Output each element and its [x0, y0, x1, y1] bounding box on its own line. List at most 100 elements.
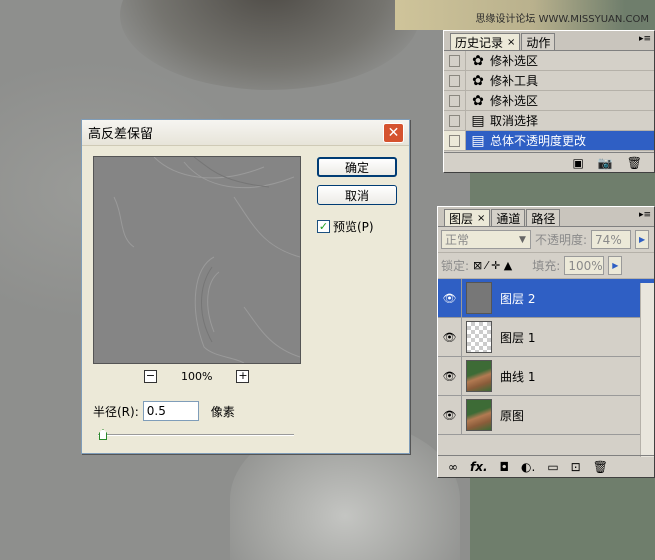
tab-layers[interactable]: 图层 × [444, 209, 491, 226]
layer-thumbnail [466, 282, 492, 314]
snapshot-source-cell[interactable] [444, 51, 466, 70]
lock-fill-row: 锁定: ⊠ ⁄ ✛ ▲ 填充: 100% ▶ [438, 253, 654, 279]
fill-value: 100% [568, 258, 603, 273]
fill-label: 填充: [532, 259, 561, 273]
snapshot-source-cell[interactable] [444, 91, 466, 110]
link-icon[interactable]: ∞ [448, 460, 458, 474]
radius-slider-thumb[interactable] [99, 429, 107, 440]
new-layer-icon[interactable]: ⊡ [571, 460, 581, 474]
history-item[interactable]: ▤ 取消选择 [444, 111, 654, 131]
eye-icon[interactable]: 👁 [438, 396, 462, 434]
layer-row[interactable]: 👁 图层 1 [438, 318, 654, 357]
close-icon[interactable]: × [507, 37, 515, 48]
opacity-input[interactable]: 74% [591, 230, 632, 249]
mask-icon[interactable]: ◘ [500, 460, 510, 474]
dialog-title: 高反差保留 [88, 127, 154, 142]
panel-menu-icon[interactable]: ▸≡ [639, 34, 651, 44]
history-item[interactable]: ✿ 修补工具 [444, 71, 654, 91]
history-item-label: 修补工具 [490, 74, 539, 88]
preview-label: 预览(P) [333, 220, 374, 234]
layers-panel: 图层 × 通道 路径 ▸≡ 正常 ▼ 不透明度: 74% ▶ 锁定: ⊠ ⁄ ✛… [437, 206, 655, 478]
blend-mode-value: 正常 [445, 233, 470, 247]
history-item-label: 总体不透明度更改 [490, 134, 587, 148]
history-list: ✿ 修补选区 ✿ 修补工具 ✿ 修补选区 ▤ 取消选择 ▤ 总体不透明度更改 [444, 51, 654, 151]
eye-icon[interactable]: 👁 [438, 318, 462, 356]
close-icon[interactable]: ✕ [383, 123, 404, 143]
preview-checkbox-row[interactable]: ✓ 预览(P) [317, 218, 374, 235]
lock-label: 锁定: [441, 259, 470, 273]
folder-icon[interactable]: ▭ [547, 460, 558, 474]
history-footer: ▣ 📷 🗑 [444, 152, 654, 172]
history-item[interactable]: ✿ 修补选区 [444, 91, 654, 111]
history-item-label: 修补选区 [490, 94, 539, 108]
watermark: 思缘设计论坛 WWW.MISSYUAN.COM [475, 14, 649, 25]
snapshot-source-cell[interactable] [444, 71, 466, 90]
layer-thumbnail [466, 321, 492, 353]
tab-paths-label: 路径 [531, 211, 556, 226]
layer-row-selected[interactable]: 👁 图层 2 [438, 279, 654, 318]
layers-list: 👁 图层 2 👁 图层 1 👁 曲线 1 👁 原图 [438, 279, 654, 435]
radius-unit: 像素 [210, 404, 235, 419]
zoom-level: 100% [181, 370, 213, 383]
layer-thumbnail [466, 360, 492, 392]
opacity-label: 不透明度: [535, 233, 588, 247]
patch-icon: ✿ [472, 72, 484, 89]
patch-icon: ✿ [472, 92, 484, 109]
document-icon: ▤ [471, 132, 485, 149]
tab-history-label: 历史记录 [455, 35, 504, 50]
blend-mode-select[interactable]: 正常 ▼ [441, 230, 531, 249]
fx-icon[interactable]: fx. [470, 460, 488, 474]
history-item-label: 取消选择 [490, 114, 539, 128]
preview-checkbox[interactable]: ✓ [317, 220, 330, 233]
layers-footer: ∞ fx. ◘ ◐. ▭ ⊡ 🗑 [438, 455, 654, 477]
blend-opacity-row: 正常 ▼ 不透明度: 74% ▶ [438, 227, 654, 253]
ok-button[interactable]: 确定 [317, 157, 397, 177]
close-icon[interactable]: × [477, 213, 485, 224]
lock-icons[interactable]: ⊠ ⁄ ✛ ▲ [473, 259, 512, 272]
layers-scrollbar[interactable] [640, 283, 654, 457]
zoom-out-button[interactable]: − [144, 370, 157, 383]
zoom-row: − 100% + [144, 370, 250, 383]
new-document-icon[interactable]: ▣ [572, 156, 583, 170]
radius-row: 半径(R): 0.5 像素 [93, 401, 235, 421]
tab-paths[interactable]: 路径 [526, 209, 561, 226]
snapshot-source-cell[interactable] [444, 131, 466, 150]
eye-icon[interactable]: 👁 [438, 357, 462, 395]
layer-name: 原图 [500, 408, 525, 423]
cancel-button[interactable]: 取消 [317, 185, 397, 205]
zoom-in-button[interactable]: + [236, 370, 250, 383]
layer-name: 图层 2 [500, 291, 536, 306]
tab-channels-label: 通道 [496, 211, 521, 226]
patch-icon: ✿ [472, 52, 484, 69]
opacity-arrow-button[interactable]: ▶ [635, 230, 650, 249]
history-item[interactable]: ✿ 修补选区 [444, 51, 654, 71]
tab-channels[interactable]: 通道 [491, 209, 526, 226]
layer-name: 图层 1 [500, 330, 536, 345]
fill-input[interactable]: 100% [564, 256, 605, 275]
tab-actions[interactable]: 动作 [521, 33, 556, 50]
layer-name: 曲线 1 [500, 369, 536, 384]
trash-icon[interactable]: 🗑 [593, 460, 608, 474]
snapshot-source-cell[interactable] [444, 111, 466, 130]
layer-row[interactable]: 👁 曲线 1 [438, 357, 654, 396]
layer-row[interactable]: 👁 原图 [438, 396, 654, 435]
radius-label: 半径(R): [93, 404, 139, 419]
history-panel: 历史记录 × 动作 ▸≡ ✿ 修补选区 ✿ 修补工具 ✿ 修补选区 ▤ 取消选择 [443, 30, 655, 173]
high-pass-dialog: 高反差保留 ✕ − 100% + 确定 取消 ✓ 预览(P) 半径(R): 0.… [81, 119, 410, 454]
radius-slider-track[interactable] [98, 434, 294, 436]
dialog-titlebar[interactable]: 高反差保留 [82, 120, 409, 146]
panel-menu-icon[interactable]: ▸≡ [639, 210, 651, 220]
adjustment-layer-icon[interactable]: ◐. [521, 460, 535, 474]
filter-preview[interactable] [93, 156, 301, 364]
history-item-selected[interactable]: ▤ 总体不透明度更改 [444, 131, 654, 151]
opacity-value: 74% [595, 232, 622, 247]
radius-input[interactable]: 0.5 [142, 401, 199, 421]
tab-layers-label: 图层 [449, 211, 474, 226]
tab-history[interactable]: 历史记录 × [450, 33, 521, 50]
snapshot-icon[interactable]: 📷 [598, 156, 613, 170]
layers-tabs: 图层 × 通道 路径 [438, 207, 654, 227]
document-icon: ▤ [471, 112, 485, 129]
fill-arrow-button[interactable]: ▶ [608, 256, 623, 275]
eye-icon[interactable]: 👁 [438, 279, 462, 317]
trash-icon[interactable]: 🗑 [627, 156, 642, 170]
